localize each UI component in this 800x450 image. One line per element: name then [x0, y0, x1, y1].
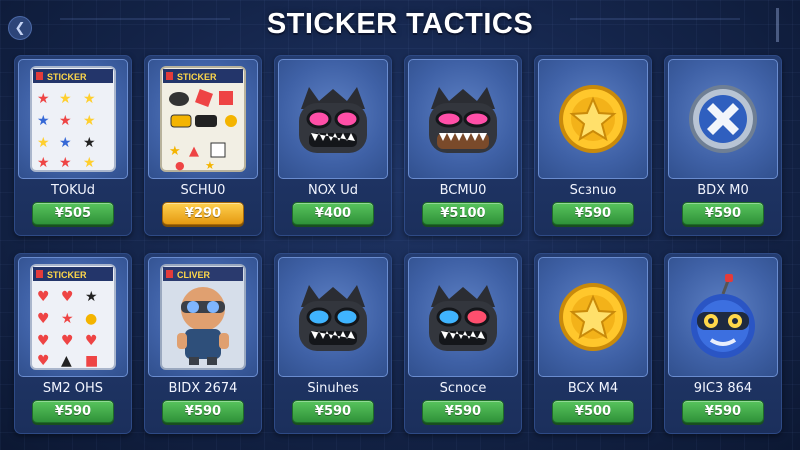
svg-text:♥: ♥ [37, 333, 50, 349]
svg-text:♥: ♥ [37, 289, 50, 305]
svg-text:★: ★ [59, 135, 72, 151]
item-thumbnail: STICKER ★ ▲ ● ★ [148, 59, 258, 179]
sheet-label: STICKER [47, 72, 87, 82]
sheet-label: CLIVER [177, 270, 211, 280]
buy-price-button[interactable]: ¥290 [162, 202, 244, 225]
monster-blue-eyes-icon [429, 285, 497, 351]
item-grid: STICKER ★ ★ ★ ★ ★ ★ ★ ★ ★ ★ ★ ★ TOKUd ¥505 STICK… [14, 55, 790, 434]
svg-text:★: ★ [169, 144, 181, 159]
svg-text:★: ★ [37, 155, 50, 171]
svg-text:★: ★ [37, 135, 50, 151]
buy-price-button[interactable]: ¥590 [292, 400, 374, 423]
cross-badge-icon [689, 85, 757, 153]
svg-text:●: ● [175, 159, 185, 172]
svg-text:★: ★ [205, 159, 215, 172]
svg-text:■: ■ [85, 353, 98, 369]
buy-price-button[interactable]: ¥505 [32, 202, 114, 225]
item-card[interactable]: BCX M4 ¥500 [534, 253, 652, 434]
svg-text:★: ★ [59, 91, 72, 107]
item-card[interactable]: STICKER ★ ▲ ● ★ SCHU0 ¥290 [144, 55, 262, 236]
svg-text:●: ● [85, 311, 97, 327]
item-thumbnail [278, 59, 388, 179]
item-thumbnail [278, 257, 388, 377]
item-card[interactable]: Scnoce ¥590 [404, 253, 522, 434]
svg-text:★: ★ [83, 155, 96, 171]
item-card[interactable]: NOX Ud ¥400 [274, 55, 392, 236]
sheet-label: STICKER [47, 270, 87, 280]
svg-text:♥: ♥ [61, 333, 74, 349]
buy-price-button[interactable]: ¥590 [32, 400, 114, 423]
svg-text:★: ★ [37, 91, 50, 107]
item-thumbnail: STICKER ♥ ♥ ★ ♥ ★ ● ♥ ♥ ♥ ♥ ▲ ■ [18, 257, 128, 377]
svg-text:★: ★ [59, 155, 72, 171]
svg-text:▲: ▲ [189, 144, 199, 159]
svg-text:♥: ♥ [61, 289, 74, 305]
item-card[interactable]: 9IC3 864 ¥590 [664, 253, 782, 434]
svg-text:★: ★ [85, 289, 98, 305]
svg-text:★: ★ [83, 135, 96, 151]
item-card[interactable]: STICKER ♥ ♥ ★ ♥ ★ ● ♥ ♥ ♥ ♥ ▲ ■ SM2 OHS ¥590 [14, 253, 132, 434]
svg-text:♥: ♥ [37, 311, 50, 327]
svg-text:♥: ♥ [37, 353, 50, 369]
buy-price-button[interactable]: ¥590 [422, 400, 504, 423]
svg-text:♥: ♥ [85, 333, 98, 349]
buy-price-button[interactable]: ¥590 [682, 400, 764, 423]
sticker-sheet-stars-icon: STICKER ★ ★ ★ ★ ★ ★ ★ ★ ★ ★ ★ ★ [30, 66, 116, 172]
buy-price-button[interactable]: ¥590 [682, 202, 764, 225]
corner-decoration [776, 8, 792, 42]
item-card[interactable]: BDX M0 ¥590 [664, 55, 782, 236]
monster-pink-eyes-icon [429, 87, 497, 153]
buy-price-button[interactable]: ¥590 [552, 202, 634, 225]
item-card[interactable]: STICKER ★ ★ ★ ★ ★ ★ ★ ★ ★ ★ ★ ★ TOKUd ¥505 [14, 55, 132, 236]
item-thumbnail [668, 257, 778, 377]
robot-bomb-icon [691, 274, 755, 358]
svg-text:★: ★ [83, 91, 96, 107]
svg-text:★: ★ [37, 113, 50, 129]
item-thumbnail [408, 59, 518, 179]
item-thumbnail [408, 257, 518, 377]
sticker-sheet-faces-icon: STICKER ★ ▲ ● ★ [160, 66, 246, 172]
sheet-label: STICKER [177, 72, 217, 82]
item-thumbnail [538, 59, 648, 179]
buy-price-button[interactable]: ¥400 [292, 202, 374, 225]
sticker-sheet-hearts-icon: STICKER ♥ ♥ ★ ♥ ★ ● ♥ ♥ ♥ ♥ ▲ ■ [30, 264, 116, 370]
gold-star-coin-icon [559, 283, 627, 351]
page-title: STICKER TACTICS [266, 8, 534, 40]
item-thumbnail: CLIVER [148, 257, 258, 377]
item-thumbnail: STICKER ★ ★ ★ ★ ★ ★ ★ ★ ★ ★ ★ ★ [18, 59, 128, 179]
gold-star-coin-icon [559, 85, 627, 153]
buy-price-button[interactable]: ¥5100 [422, 202, 504, 225]
item-thumbnail [668, 59, 778, 179]
monster-blue-eyes-icon [299, 285, 367, 351]
svg-text:▲: ▲ [61, 353, 72, 369]
svg-text:★: ★ [61, 311, 74, 327]
svg-text:★: ★ [83, 113, 96, 129]
buy-price-button[interactable]: ¥590 [162, 400, 244, 423]
monster-pink-eyes-icon [299, 87, 367, 153]
goggle-character-pack-icon: CLIVER [160, 264, 246, 370]
item-card[interactable]: Scɜnuo ¥590 [534, 55, 652, 236]
item-card[interactable]: CLIVER BIDX 2674 ¥590 [144, 253, 262, 434]
item-thumbnail [538, 257, 648, 377]
buy-price-button[interactable]: ¥500 [552, 400, 634, 423]
item-card[interactable]: BCMU0 ¥5100 [404, 55, 522, 236]
svg-text:★: ★ [59, 113, 72, 129]
item-card[interactable]: Sinuhes ¥590 [274, 253, 392, 434]
